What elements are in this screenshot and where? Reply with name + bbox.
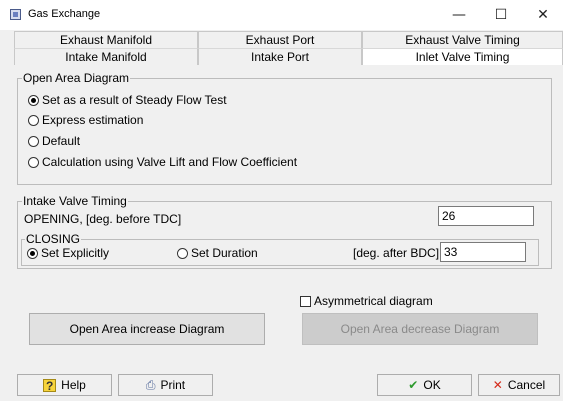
closing-group: CLOSING Set Explicitly Set Duration [deg… [21, 232, 539, 266]
tab-row-front: Intake Manifold Intake Port Inlet Valve … [14, 48, 563, 65]
ok-button-label: OK [423, 378, 441, 392]
open-area-increase-button[interactable]: Open Area increase Diagram [29, 313, 265, 345]
radio-button[interactable] [28, 94, 39, 106]
maximize-button[interactable]: ☐ [481, 3, 521, 27]
app-icon [10, 9, 21, 20]
open-area-group: Open Area Diagram Set as a result of Ste… [17, 71, 552, 185]
radio-label: Default [42, 134, 81, 148]
print-button-label: Print [160, 378, 186, 392]
asymmetrical-checkbox-row[interactable]: Asymmetrical diagram [300, 294, 433, 308]
closing-input[interactable]: 33 [440, 242, 526, 262]
tab-strip: Exhaust Manifold Exhaust Port Exhaust Va… [14, 31, 563, 65]
radio-label: Set Explicitly [41, 246, 110, 260]
checkmark-icon: ✔ [408, 378, 419, 392]
asymmetrical-label: Asymmetrical diagram [314, 294, 433, 308]
radio-label: Express estimation [42, 113, 144, 127]
intake-valve-timing-group: Intake Valve Timing OPENING, [deg. befor… [17, 194, 552, 269]
closing-unit-label: [deg. after BDC] [353, 246, 440, 260]
x-icon: ✕ [492, 378, 503, 392]
cancel-button-label: Cancel [507, 378, 546, 392]
help-button[interactable]: ? Help [17, 374, 112, 396]
radio-button[interactable] [177, 247, 188, 259]
closing-title: CLOSING [25, 232, 82, 246]
tab-exhaust-valve-timing[interactable]: Exhaust Valve Timing [362, 31, 563, 48]
open-area-decrease-button[interactable]: Open Area decrease Diagram [302, 313, 538, 345]
radio-button[interactable] [28, 135, 39, 147]
print-button[interactable]: ⎙ Print [118, 374, 213, 396]
window-title: Gas Exchange [28, 8, 101, 20]
radio-default[interactable]: Default [28, 133, 80, 149]
asymmetrical-checkbox[interactable] [300, 295, 311, 307]
radio-button[interactable] [28, 114, 39, 126]
radio-steady-flow[interactable]: Set as a result of Steady Flow Test [28, 92, 227, 108]
close-button[interactable]: ✕ [523, 3, 563, 27]
radio-express-estimation[interactable]: Express estimation [28, 112, 143, 128]
radio-label: Set Duration [191, 246, 258, 260]
tab-intake-port[interactable]: Intake Port [198, 48, 362, 65]
radio-button[interactable] [27, 247, 38, 259]
cancel-button[interactable]: ✕ Cancel [478, 374, 560, 396]
radio-label: Calculation using Valve Lift and Flow Co… [42, 155, 298, 169]
radio-set-explicitly[interactable]: Set Explicitly [27, 245, 109, 261]
opening-label: OPENING, [deg. before TDC] [24, 212, 182, 226]
tab-inlet-valve-timing[interactable]: Inlet Valve Timing [362, 48, 563, 65]
open-area-title: Open Area Diagram [22, 71, 131, 85]
tab-exhaust-port[interactable]: Exhaust Port [198, 31, 362, 48]
tab-panel: Open Area Diagram Set as a result of Ste… [10, 65, 562, 367]
help-icon: ? [43, 378, 57, 392]
ok-button[interactable]: ✔ OK [377, 374, 472, 396]
intake-valve-timing-title: Intake Valve Timing [22, 194, 128, 208]
help-button-label: Help [61, 378, 86, 392]
radio-valve-lift[interactable]: Calculation using Valve Lift and Flow Co… [28, 154, 297, 170]
title-bar: Gas Exchange — ☐ ✕ [0, 0, 563, 30]
opening-input[interactable]: 26 [438, 206, 534, 226]
tab-intake-manifold[interactable]: Intake Manifold [14, 48, 198, 65]
minimize-button[interactable]: — [439, 3, 479, 27]
radio-set-duration[interactable]: Set Duration [177, 245, 258, 261]
printer-icon: ⎙ [145, 378, 156, 392]
radio-label: Set as a result of Steady Flow Test [42, 93, 227, 107]
tab-row-back: Exhaust Manifold Exhaust Port Exhaust Va… [14, 31, 563, 48]
tab-exhaust-manifold[interactable]: Exhaust Manifold [14, 31, 198, 48]
radio-button[interactable] [28, 156, 39, 168]
